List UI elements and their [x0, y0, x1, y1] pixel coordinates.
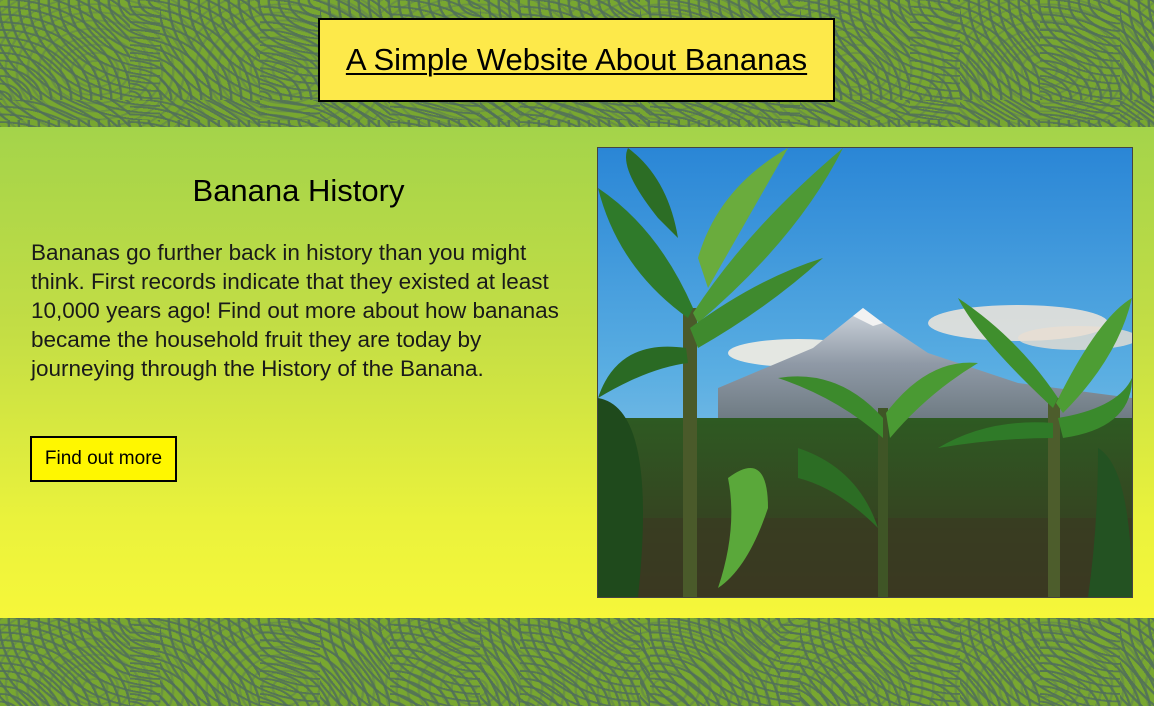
banana-history-panel: Banana History Bananas go further back i…: [0, 127, 1154, 618]
banana-plantation-image: [597, 147, 1133, 598]
banana-plantation-illustration: [598, 148, 1132, 597]
site-title-link[interactable]: A Simple Website About Bananas: [346, 42, 807, 78]
section-body-text: Bananas go further back in history than …: [31, 240, 559, 381]
section-heading: Banana History: [192, 173, 405, 208]
find-out-more-button[interactable]: Find out more: [30, 436, 177, 482]
footer-pattern-background: [0, 618, 1154, 706]
title-box: A Simple Website About Bananas: [318, 18, 835, 102]
